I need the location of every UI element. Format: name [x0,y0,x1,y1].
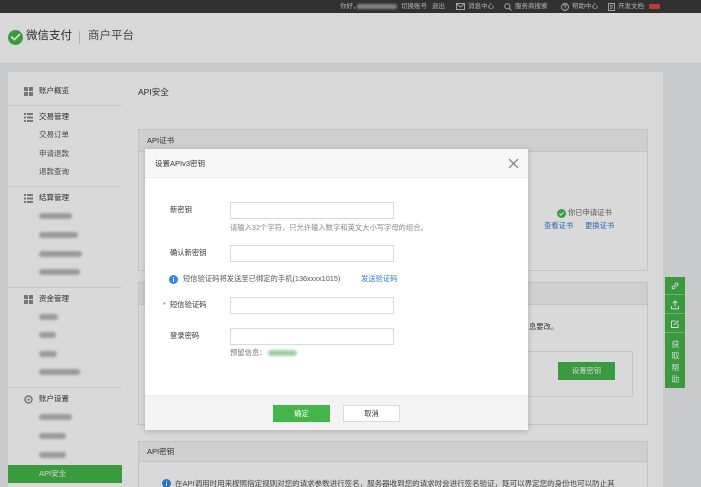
dialog-title: 设置APIv3密钥 [155,159,206,168]
login-password-label: 登录密码 [170,331,200,340]
send-code-link[interactable]: 发送验证码 [361,274,397,284]
reserved-info-redacted [268,350,297,356]
sms-notice-text: 短信验证码将发送至已绑定的手机(136xxxx1015) [183,274,341,283]
login-password-input[interactable] [230,328,394,345]
cancel-button[interactable]: 取消 [343,405,400,422]
new-key-label: 新密钥 [170,205,192,214]
required-mark: * [163,300,166,309]
sms-code-label: 短信验证码 [170,300,207,309]
dialog-footer: 确定 取消 [145,395,528,430]
close-icon[interactable] [508,158,519,169]
sms-code-input[interactable] [230,297,394,314]
dialog-header: 设置APIv3密钥 [145,149,528,178]
confirm-button[interactable]: 确定 [273,405,330,422]
info-icon [169,275,178,284]
confirm-key-input[interactable] [230,245,394,262]
set-apiv3-key-dialog: 设置APIv3密钥 新密钥 请输入32个字符，只允许输入数字和英文大小写字母的组… [145,149,528,430]
confirm-key-label: 确认新密钥 [170,248,207,257]
reserved-info-label: 预留信息： [230,348,267,357]
new-key-hint: 请输入32个字符，只允许输入数字和英文大小写字母的组合。 [230,223,428,232]
new-key-input[interactable] [230,202,394,219]
